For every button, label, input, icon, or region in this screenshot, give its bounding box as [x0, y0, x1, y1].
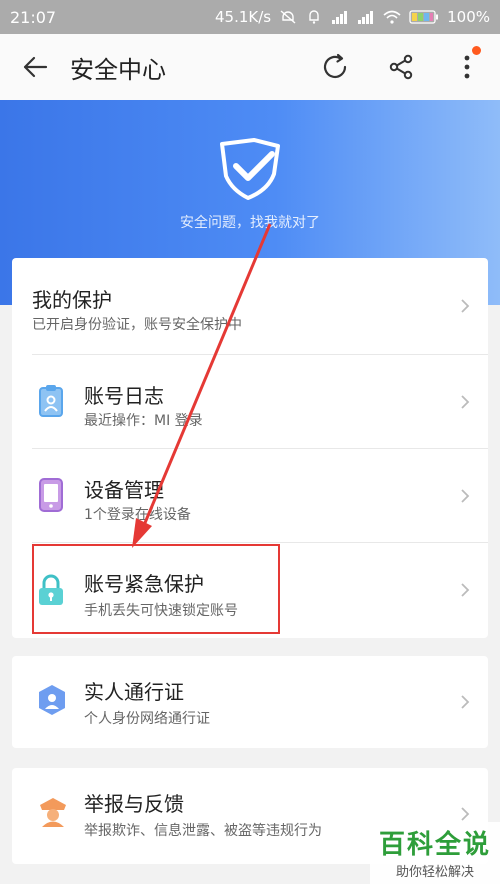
watermark-logo: 百科全说 助你轻松解决 — [370, 822, 500, 884]
watermark-subtitle: 助你轻松解决 — [395, 865, 474, 880]
annotation-arrow — [132, 223, 272, 548]
watermark-title: 百科全说 — [378, 830, 491, 860]
